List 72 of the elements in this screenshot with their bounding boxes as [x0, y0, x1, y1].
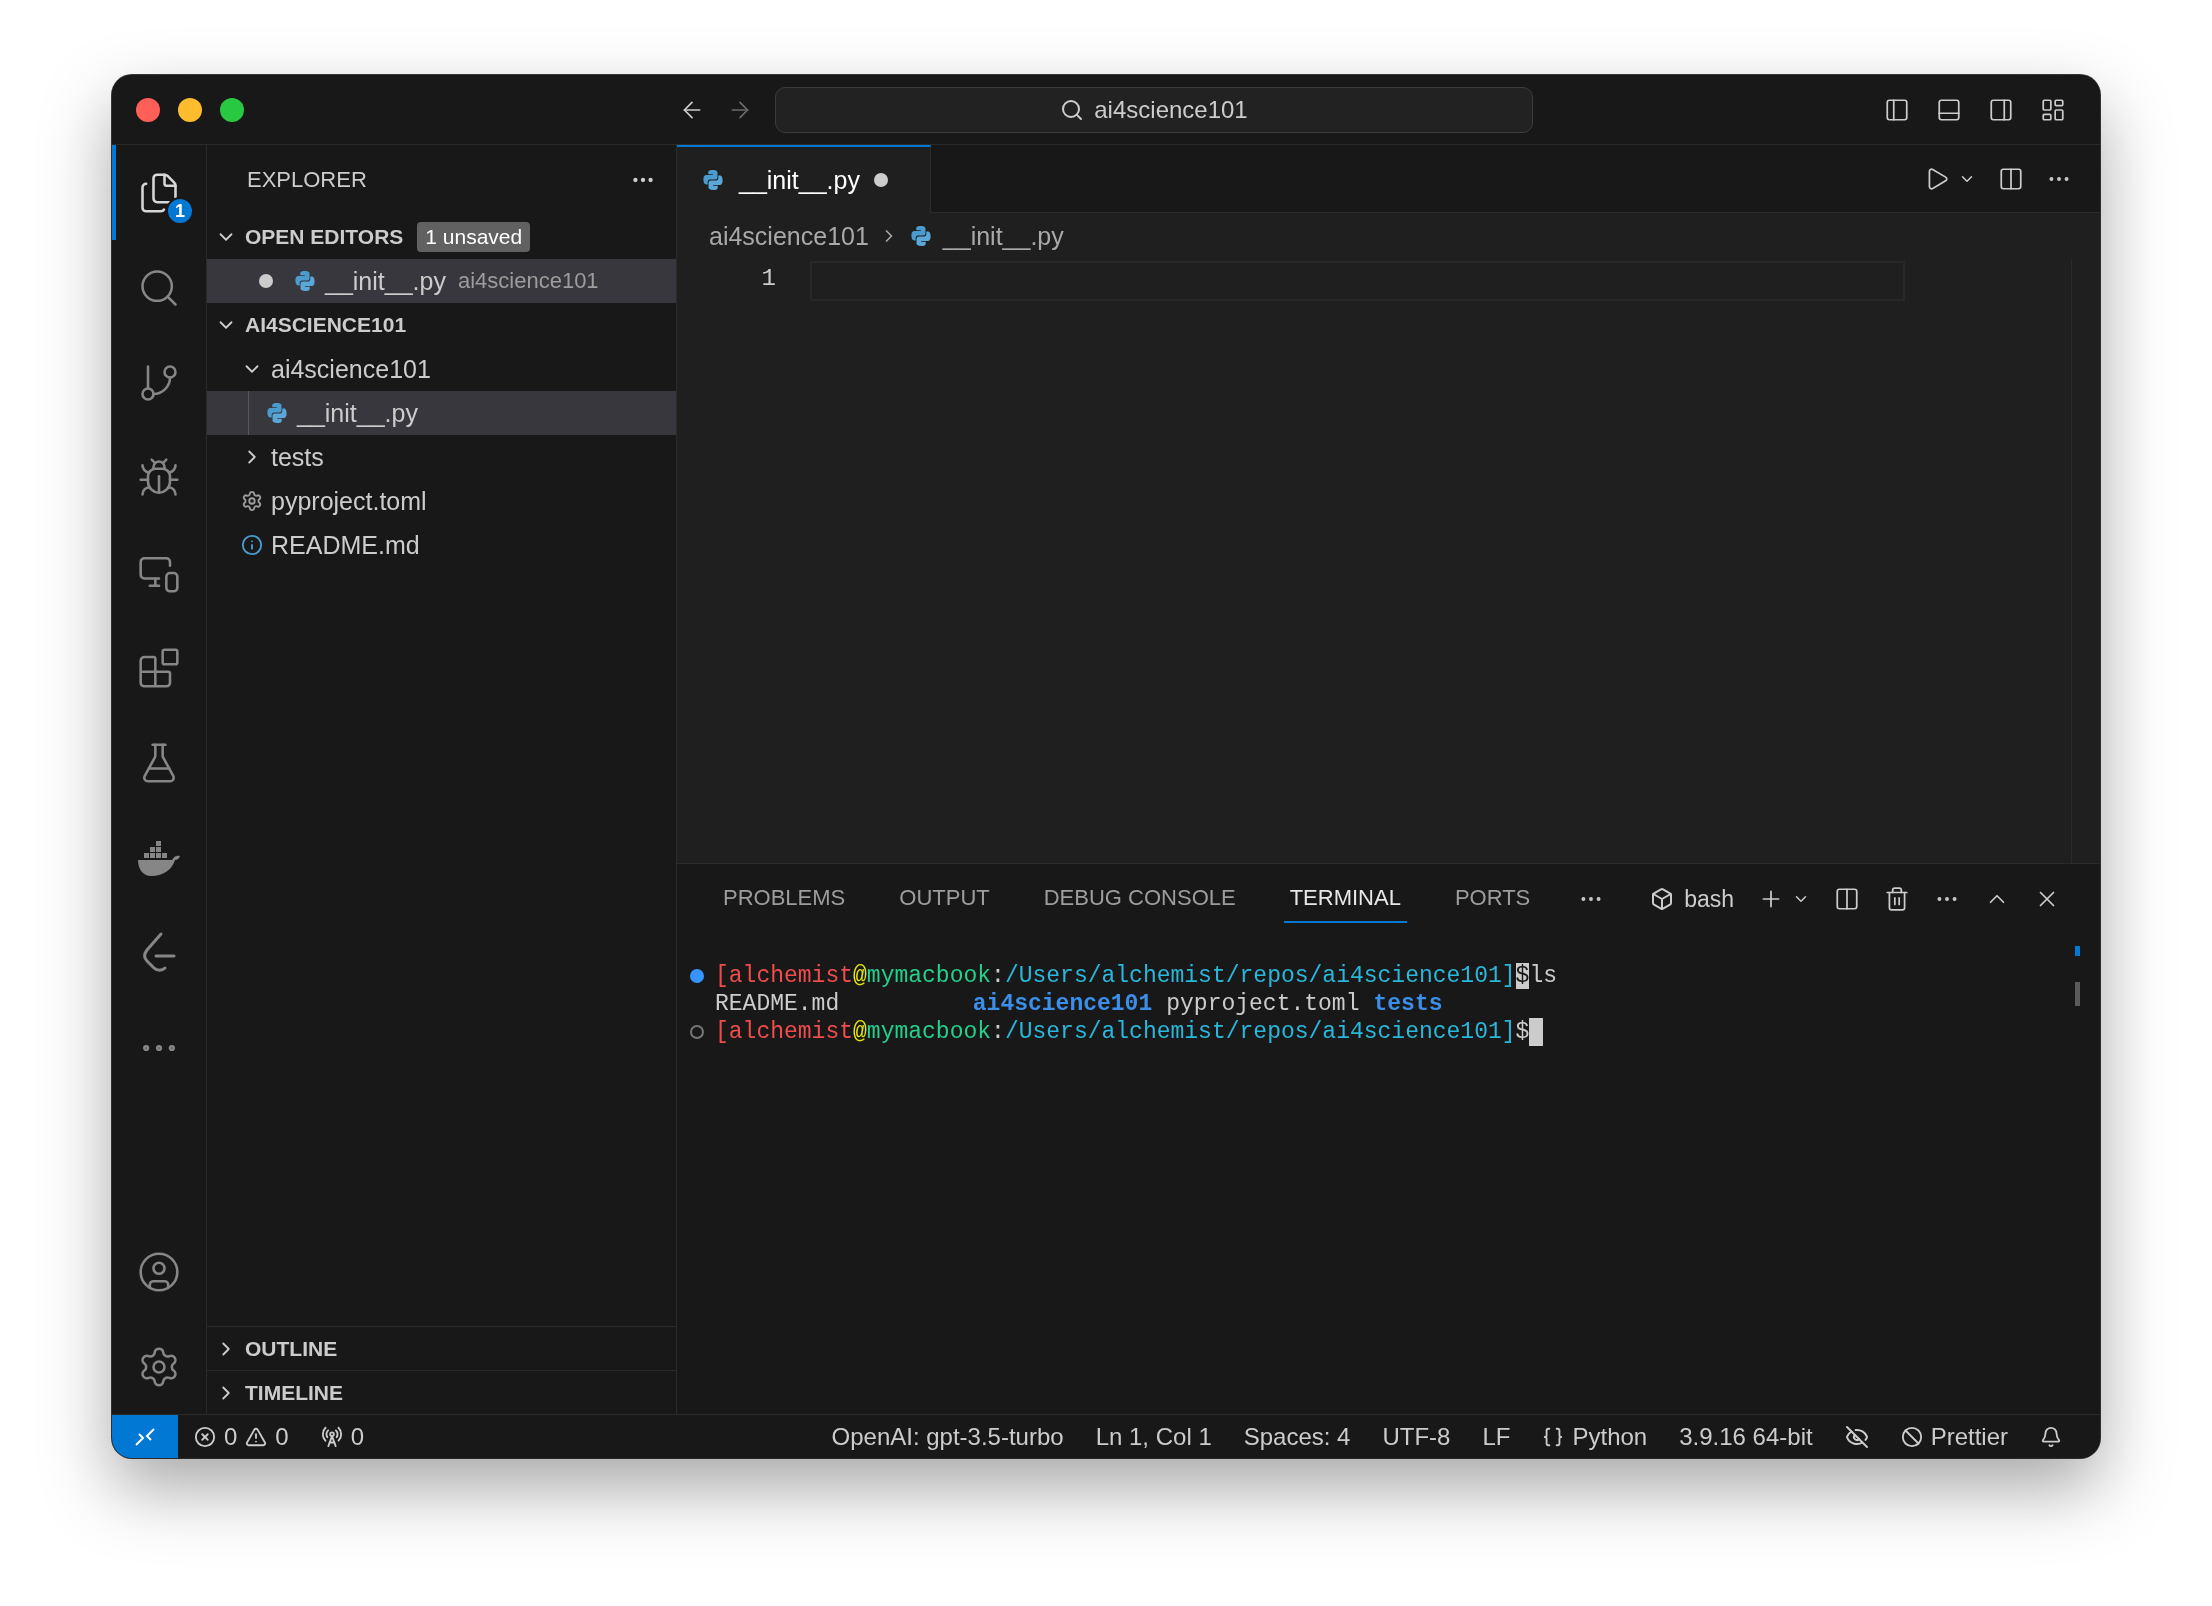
count-badge: 1: [166, 197, 194, 225]
account-icon[interactable]: [137, 1249, 181, 1294]
terminal-line: [alchemist@mymacbook:/Users/alchemist/repos/ai4science101]$ls: [687, 962, 1557, 990]
formatter-status[interactable]: Prettier: [1884, 1422, 2024, 1451]
editor-tab[interactable]: __init__.py: [677, 145, 931, 213]
status-item[interactable]: LF: [1466, 1422, 1527, 1451]
panel-toggle-icon[interactable]: [1936, 96, 1962, 123]
terminal-profile[interactable]: bash: [1650, 885, 1734, 913]
search-icon: [1060, 97, 1085, 122]
tree-item[interactable]: tests: [207, 435, 676, 479]
terminal-line: README.md ai4science101 pyproject.toml tests: [714, 990, 1444, 1018]
tree-item[interactable]: __init__.py: [207, 391, 676, 435]
command-status-dot[interactable]: [690, 1025, 704, 1039]
secondary-sidebar-icon[interactable]: [1988, 96, 2014, 123]
panel-tab[interactable]: DEBUG CONSOLE: [1037, 875, 1242, 923]
minimize-window-button[interactable]: [178, 97, 202, 122]
breadcrumb-item[interactable]: ai4science101: [709, 221, 869, 251]
open-editor-item[interactable]: __init__.py ai4science101: [207, 259, 676, 303]
terminal-line: [alchemist@mymacbook:/Users/alchemist/repos/ai4science101]$: [687, 1018, 1544, 1046]
warning-icon: [245, 1425, 268, 1448]
unsaved-dot: [873, 173, 888, 187]
status-item[interactable]: 3.9.16 64-bit: [1663, 1422, 1829, 1451]
scrollbar-thumb[interactable]: [2075, 982, 2080, 1006]
status-item[interactable]: UTF-8: [1366, 1422, 1467, 1451]
panel-tab[interactable]: OUTPUT: [893, 875, 996, 923]
language-status[interactable]: Python: [1526, 1422, 1664, 1451]
tree-item[interactable]: README.md: [207, 523, 676, 567]
split-editor-icon[interactable]: [1998, 165, 2024, 192]
problems-status[interactable]: 0 0: [178, 1422, 305, 1451]
sidebar-toggle-icon[interactable]: [1884, 96, 1910, 123]
python-icon: [265, 401, 289, 425]
panel-tab[interactable]: PROBLEMS: [717, 875, 852, 923]
antenna-icon: [320, 1425, 343, 1448]
unsaved-dot: [259, 274, 273, 288]
section-title[interactable]: TIMELINE: [245, 1380, 343, 1405]
trash-icon[interactable]: [1884, 886, 1910, 912]
breadcrumb-item[interactable]: __init__.py: [942, 221, 1064, 251]
status-item[interactable]: OpenAI: gpt-3.5-turbo: [815, 1422, 1080, 1451]
copilot-off-icon[interactable]: [1844, 1424, 1869, 1449]
maximize-window-button[interactable]: [220, 97, 244, 122]
layout-icon[interactable]: [2040, 96, 2066, 123]
tree-item[interactable]: pyproject.toml: [207, 479, 676, 523]
command-search-field[interactable]: ai4science101: [775, 86, 1533, 133]
panel-tab[interactable]: TERMINAL: [1283, 875, 1407, 923]
prohibited-icon: [1900, 1425, 1923, 1448]
tree-item[interactable]: ai4science101: [207, 347, 676, 391]
close-window-button[interactable]: [136, 97, 160, 122]
section-title[interactable]: OUTLINE: [245, 1336, 338, 1361]
section-title[interactable]: AI4SCIENCE101: [245, 313, 407, 337]
command-status-dot[interactable]: [690, 969, 704, 983]
unsaved-badge: 1 unsaved: [417, 222, 531, 252]
braces-icon: [1542, 1425, 1565, 1448]
blocks-icon[interactable]: [137, 645, 181, 690]
status-item[interactable]: Ln 1, Col 1: [1079, 1422, 1228, 1451]
python-icon: [908, 224, 933, 248]
python-icon: [293, 269, 317, 293]
status-item[interactable]: Spaces: 4: [1227, 1422, 1367, 1451]
cube-icon: [1650, 887, 1675, 911]
panel-tab[interactable]: PORTS: [1448, 875, 1537, 923]
scrollbar-marker: [2075, 946, 2080, 956]
python-icon: [701, 168, 725, 192]
bell-icon[interactable]: [2040, 1425, 2062, 1448]
ports-status[interactable]: 0: [304, 1422, 381, 1451]
info-icon: [241, 534, 263, 556]
split-terminal-icon[interactable]: [1834, 886, 1860, 912]
remote-button[interactable]: [112, 1415, 178, 1458]
line-number: 1: [760, 265, 776, 292]
gear-icon: [241, 490, 263, 512]
error-icon: [194, 1425, 216, 1448]
section-title[interactable]: OPEN EDITORS: [245, 225, 404, 249]
search-text: ai4science101: [1094, 95, 1248, 124]
sidebar-title: EXPLORER: [247, 167, 367, 193]
